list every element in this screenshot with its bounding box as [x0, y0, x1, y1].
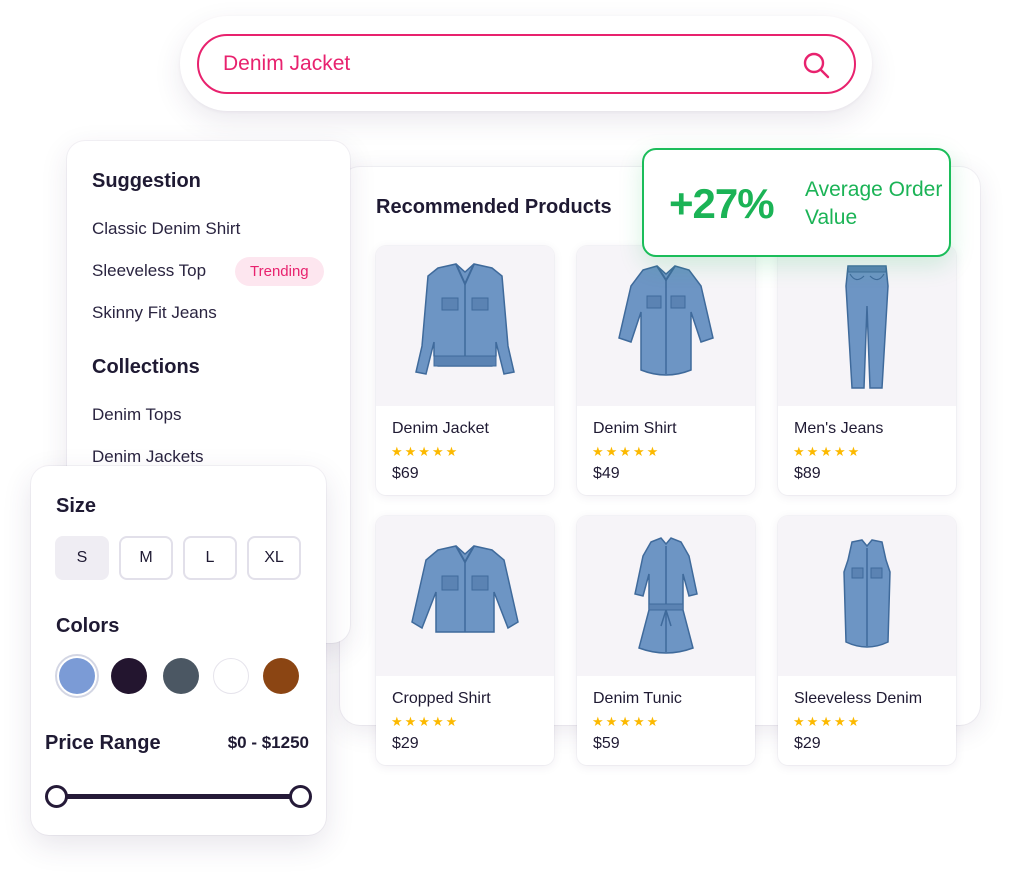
price-range-track[interactable] [56, 794, 302, 799]
size-option-xl[interactable]: XL [247, 536, 301, 580]
size-option-l[interactable]: L [183, 536, 237, 580]
size-heading: Size [56, 495, 97, 517]
price-range-max-handle[interactable] [289, 785, 312, 808]
product-price: $89 [794, 465, 821, 482]
search-icon[interactable] [802, 51, 830, 79]
filter-panel: Size S M L XL Colors Price Range $0 - $1… [31, 466, 326, 835]
price-range-value: $0 - $1250 [227, 733, 309, 752]
product-image [778, 246, 956, 406]
color-swatch-gray[interactable] [163, 658, 199, 694]
product-image [577, 246, 755, 406]
product-name: Cropped Shirt [392, 690, 491, 707]
product-card-denim-jacket[interactable]: Denim Jacket ★★★★★ $69 [376, 246, 554, 495]
product-price: $29 [794, 735, 821, 752]
rating-stars: ★★★★★ [592, 714, 661, 729]
product-name: Men's Jeans [794, 420, 884, 437]
size-option-s[interactable]: S [55, 536, 109, 580]
suggestion-item[interactable]: Skinny Fit Jeans [92, 303, 217, 323]
product-image [778, 516, 956, 676]
colors-heading: Colors [56, 615, 120, 637]
product-card-cropped-shirt[interactable]: Cropped Shirt ★★★★★ $29 [376, 516, 554, 765]
product-card-sleeveless-denim[interactable]: Sleeveless Denim ★★★★★ $29 [778, 516, 956, 765]
product-image [376, 516, 554, 676]
suggestion-heading: Suggestion [92, 170, 201, 192]
product-image [577, 516, 755, 676]
search-input[interactable]: Denim Jacket [197, 34, 856, 94]
product-name: Denim Shirt [593, 420, 677, 437]
color-swatch-black[interactable] [111, 658, 147, 694]
price-range-min-handle[interactable] [45, 785, 68, 808]
suggestion-item[interactable]: Classic Denim Shirt [92, 219, 240, 239]
average-order-value-badge: +27% Average Order Value [642, 148, 951, 257]
product-price: $59 [593, 735, 620, 752]
product-price: $49 [593, 465, 620, 482]
product-card-mens-jeans[interactable]: Men's Jeans ★★★★★ $89 [778, 246, 956, 495]
price-range-heading: Price Range [45, 732, 161, 754]
recommended-products-title: Recommended Products [376, 196, 612, 218]
color-swatch-white[interactable] [213, 658, 249, 694]
product-price: $29 [392, 735, 419, 752]
product-name: Sleeveless Denim [794, 690, 923, 707]
rating-stars: ★★★★★ [391, 714, 460, 729]
product-card-denim-shirt[interactable]: Denim Shirt ★★★★★ $49 [577, 246, 755, 495]
size-option-m[interactable]: M [119, 536, 173, 580]
trending-badge: Trending [235, 257, 324, 286]
product-name: Denim Tunic [593, 690, 682, 707]
rating-stars: ★★★★★ [793, 714, 862, 729]
color-swatch-brown[interactable] [263, 658, 299, 694]
color-swatch-blue[interactable] [59, 658, 95, 694]
rating-stars: ★★★★★ [793, 444, 862, 459]
suggestion-item[interactable]: Sleeveless Top [92, 261, 206, 281]
product-name: Denim Jacket [392, 420, 489, 437]
product-image [376, 246, 554, 406]
collection-item[interactable]: Denim Jackets [92, 447, 203, 467]
stat-value: +27% [669, 180, 775, 227]
collection-item[interactable]: Denim Tops [92, 405, 181, 425]
product-card-denim-tunic[interactable]: Denim Tunic ★★★★★ $59 [577, 516, 755, 765]
rating-stars: ★★★★★ [592, 444, 661, 459]
stat-label: Average Order Value [805, 178, 943, 229]
search-container: Denim Jacket [180, 16, 872, 111]
product-price: $69 [392, 465, 419, 482]
search-query[interactable]: Denim Jacket [223, 52, 350, 76]
rating-stars: ★★★★★ [391, 444, 460, 459]
collections-heading: Collections [92, 356, 200, 378]
